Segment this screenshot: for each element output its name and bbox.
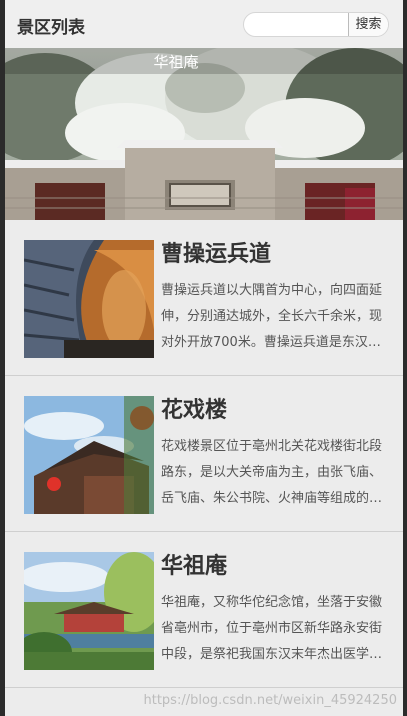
spot-description: 曹操运兵道以大隅首为中心，向四面延伸，分别通达城外，全长六千余米，现对外开放70… bbox=[161, 283, 383, 350]
watermark-text: https://blog.csdn.net/weixin_45924250 bbox=[143, 693, 397, 708]
page-title: 景区列表 bbox=[17, 18, 85, 38]
banner-carousel[interactable]: 华祖庵 bbox=[5, 48, 403, 220]
page-frame: 景区列表 搜索 华祖庵 曹操运兵道 曹操运兵道以大隅首为中心，向四面延伸，分别通… bbox=[5, 0, 403, 716]
spot-description: 华祖庵，又称华佗纪念馆，坐落于安徽省亳州市，位于亳州市区新华路永安街中段，是祭祀… bbox=[161, 595, 383, 662]
spot-name: 曹操运兵道 bbox=[161, 242, 272, 267]
top-header: 景区列表 搜索 bbox=[5, 0, 403, 48]
spot-description: 花戏楼景区位于亳州北关花戏楼街北段路东，是以大关帝庙为主，由张飞庙、岳飞庙、朱公… bbox=[161, 439, 383, 506]
banner-caption: 华祖庵 bbox=[153, 53, 199, 71]
list-item[interactable]: 花戏楼 花戏楼景区位于亳州北关花戏楼街北段路东，是以大关帝庙为主，由张飞庙、岳飞… bbox=[5, 376, 403, 532]
list-item[interactable]: 曹操运兵道 曹操运兵道以大隅首为中心，向四面延伸，分别通达城外，全长六千余米，现… bbox=[5, 220, 403, 376]
search-button[interactable]: 搜索 bbox=[348, 13, 388, 36]
search-input[interactable] bbox=[244, 13, 349, 36]
spot-name: 花戏楼 bbox=[161, 398, 228, 423]
spot-name: 华祖庵 bbox=[161, 554, 228, 579]
temple-garden-image bbox=[24, 552, 154, 670]
opera-tower-image bbox=[24, 396, 154, 514]
tunnel-image bbox=[24, 240, 154, 358]
search-box: 搜索 bbox=[243, 12, 389, 37]
list-item[interactable]: 华祖庵 华祖庵，又称华佗纪念馆，坐落于安徽省亳州市，位于亳州市区新华路永安街中段… bbox=[5, 532, 403, 688]
spot-list: 曹操运兵道 曹操运兵道以大隅首为中心，向四面延伸，分别通达城外，全长六千余米，现… bbox=[5, 220, 403, 688]
